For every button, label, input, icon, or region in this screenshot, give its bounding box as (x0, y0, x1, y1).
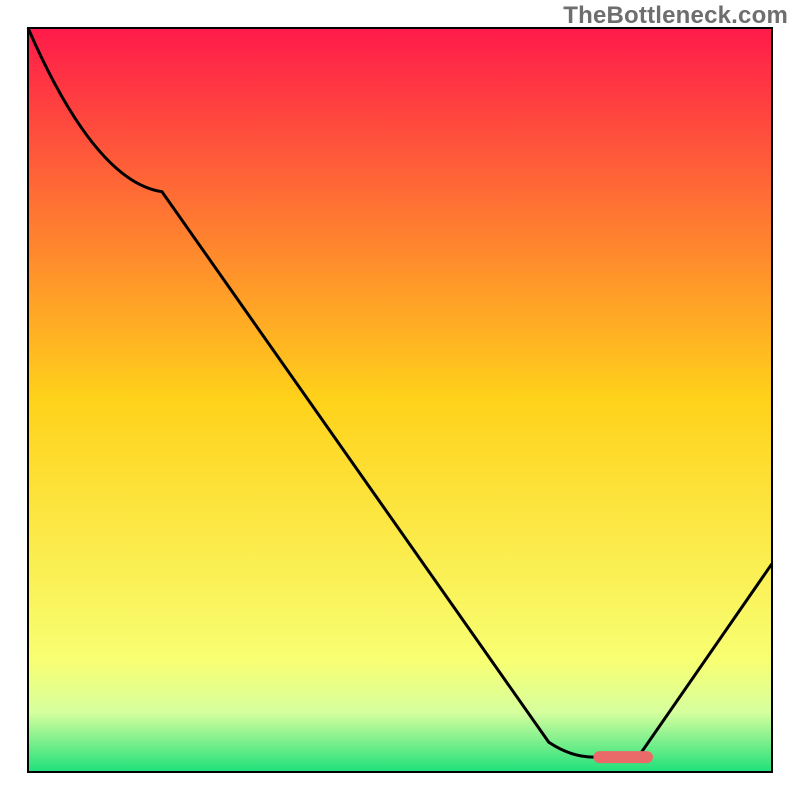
bottleneck-plot (0, 0, 800, 800)
plot-area (28, 28, 772, 772)
optimal-marker (593, 751, 653, 763)
chart-container: TheBottleneck.com (0, 0, 800, 800)
watermark-text: TheBottleneck.com (563, 2, 788, 30)
